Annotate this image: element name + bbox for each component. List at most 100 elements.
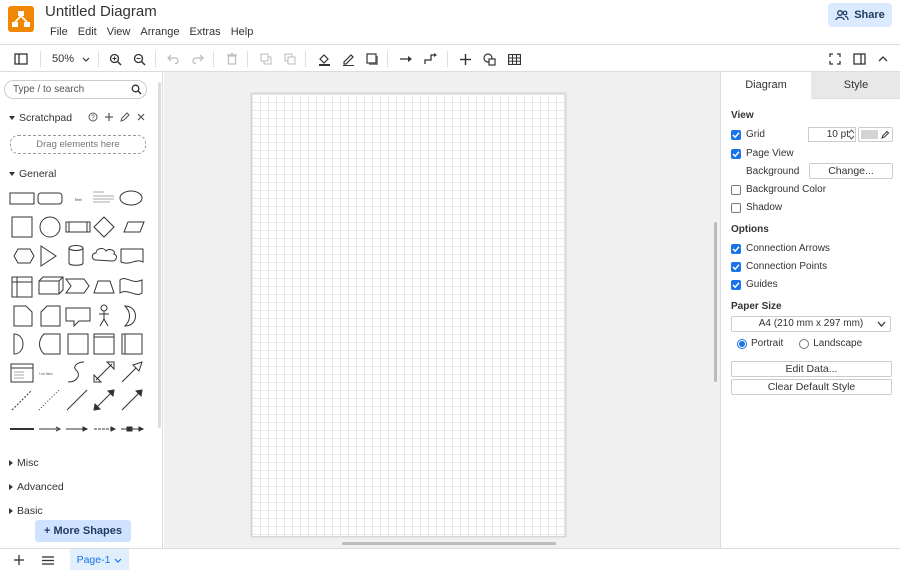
section-general-label: General — [19, 168, 57, 180]
toolbar-divider — [40, 51, 41, 67]
fill-color-icon[interactable] — [314, 49, 334, 69]
section-misc-label: Misc — [17, 457, 39, 469]
section-general-header[interactable]: General — [9, 168, 56, 180]
background-color-checkbox[interactable]: Background Color — [731, 184, 826, 195]
sidebar-scrollbar[interactable] — [158, 82, 161, 428]
help-icon[interactable]: ? — [88, 112, 98, 122]
shape-list — [10, 363, 34, 383]
format-panel: Diagram Style View Grid 10 pt Page View … — [720, 72, 900, 548]
edit-data-button[interactable]: Edit Data... — [731, 361, 892, 377]
background-color-label: Background Color — [746, 184, 827, 195]
to-back-icon[interactable] — [280, 49, 300, 69]
grid-checkbox[interactable]: Grid — [731, 129, 765, 140]
zoom-in-icon[interactable] — [105, 49, 125, 69]
section-basic-label: Basic — [17, 505, 43, 517]
toolbar: 50% — [0, 44, 900, 72]
tab-style[interactable]: Style — [811, 72, 900, 99]
close-icon[interactable] — [136, 112, 146, 122]
scratchpad-header[interactable]: Scratchpad — [9, 112, 72, 124]
delete-icon[interactable] — [222, 49, 242, 69]
share-button[interactable]: Share — [828, 3, 892, 27]
options-section-title: Options — [731, 224, 769, 235]
section-misc-header[interactable]: Misc — [9, 457, 39, 469]
toolbar-divider — [213, 51, 214, 67]
line-color-icon[interactable] — [338, 49, 358, 69]
waypoints-icon[interactable] — [421, 49, 441, 69]
insert-icon[interactable] — [455, 49, 475, 69]
portrait-radio[interactable] — [737, 338, 747, 349]
shape-hexagon — [13, 248, 35, 264]
sidebar-toggle-icon[interactable] — [11, 49, 31, 69]
edit-icon[interactable] — [120, 112, 130, 122]
redo-icon[interactable] — [188, 49, 208, 69]
shape-curve — [67, 361, 85, 383]
section-advanced-header[interactable]: Advanced — [9, 481, 64, 493]
collapsed-icon — [9, 484, 13, 490]
scratchpad-dropzone[interactable]: Drag elements here — [10, 135, 146, 154]
change-background-button[interactable]: Change... — [809, 163, 893, 179]
tab-diagram[interactable]: Diagram — [721, 72, 811, 99]
undo-icon[interactable] — [163, 49, 183, 69]
canvas-vertical-scrollbar[interactable] — [714, 222, 717, 382]
menu-bar: File Edit View Arrange Extras Help — [45, 25, 258, 39]
grid-color-picker[interactable] — [858, 127, 893, 142]
stepper-icon[interactable] — [848, 128, 855, 141]
shape-ellipse — [119, 190, 143, 206]
add-page-icon[interactable] — [14, 555, 24, 565]
paper-size-select[interactable]: A4 (210 mm x 297 mm) — [731, 316, 891, 332]
clear-default-style-button[interactable]: Clear Default Style — [731, 379, 892, 395]
menu-view[interactable]: View — [102, 25, 136, 39]
menu-help[interactable]: Help — [226, 25, 259, 39]
diagram-title[interactable]: Untitled Diagram — [45, 3, 157, 20]
menu-file[interactable]: File — [45, 25, 73, 39]
fullscreen-icon[interactable] — [825, 49, 845, 69]
menu-arrange[interactable]: Arrange — [135, 25, 184, 39]
menu-edit[interactable]: Edit — [73, 25, 102, 39]
menu-extras[interactable]: Extras — [185, 25, 226, 39]
shadow-icon[interactable] — [362, 49, 382, 69]
paper-size-value: A4 (210 mm x 297 mm) — [758, 318, 864, 329]
connection-icon[interactable] — [396, 49, 416, 69]
canvas-horizontal-scrollbar[interactable] — [342, 542, 556, 545]
landscape-label: Landscape — [813, 338, 863, 349]
table-icon[interactable] — [504, 49, 524, 69]
guides-checkbox[interactable]: Guides — [731, 279, 778, 290]
diagram-canvas[interactable] — [164, 72, 720, 548]
pages-menu-icon[interactable] — [42, 556, 54, 565]
shape-dashed-line — [11, 389, 33, 411]
shape-card — [40, 305, 61, 327]
collapse-icon[interactable] — [873, 49, 893, 69]
shape-process — [65, 221, 91, 233]
zoom-select[interactable]: 50% — [48, 50, 90, 68]
connection-points-label: Connection Points — [746, 261, 828, 272]
shadow-checkbox[interactable]: Shadow — [731, 202, 782, 213]
checkbox-unchecked-icon — [731, 202, 741, 213]
plus-icon: + — [44, 525, 51, 537]
shape-tape — [119, 278, 143, 295]
shape-callout — [65, 307, 91, 328]
shape-container — [67, 333, 89, 355]
shape-search-input[interactable]: Type / to search — [4, 80, 147, 99]
guides-label: Guides — [746, 279, 778, 290]
page-view-checkbox[interactable]: Page View — [731, 148, 794, 159]
to-front-icon[interactable] — [256, 49, 276, 69]
connection-arrows-checkbox[interactable]: Connection Arrows — [731, 243, 830, 254]
search-icon[interactable] — [131, 84, 142, 95]
zoom-out-icon[interactable] — [129, 49, 149, 69]
checkbox-checked-icon — [731, 129, 741, 140]
shape-or — [123, 305, 136, 327]
checkbox-checked-icon — [731, 243, 741, 254]
add-icon[interactable] — [104, 112, 114, 122]
page-view-label: Page View — [746, 148, 794, 159]
drawio-logo-icon[interactable] — [8, 6, 34, 32]
format-panel-icon[interactable] — [849, 49, 869, 69]
section-basic-header[interactable]: Basic — [9, 505, 43, 517]
connection-points-checkbox[interactable]: Connection Points — [731, 261, 827, 272]
landscape-radio[interactable] — [799, 338, 810, 349]
shape-connector-arrow — [66, 426, 89, 432]
shapes-icon[interactable] — [479, 49, 499, 69]
toolbar-divider — [447, 51, 448, 67]
page-tab[interactable]: Page-1 — [70, 549, 129, 570]
diagram-page[interactable] — [251, 93, 566, 537]
more-shapes-button[interactable]: + More Shapes — [35, 520, 131, 542]
